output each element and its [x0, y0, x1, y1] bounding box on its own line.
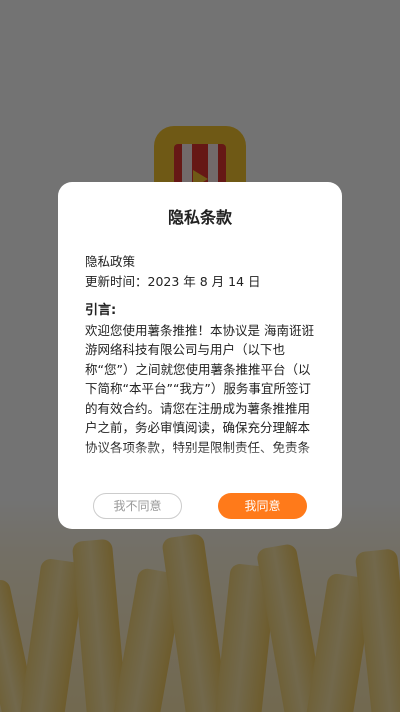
- intro-heading: 引言:: [85, 303, 117, 318]
- privacy-dialog: 隐私条款 隐私政策 更新时间：2023 年 8 月 14 日 引言: 欢迎您使用…: [58, 182, 342, 529]
- intro-text: 欢迎您使用薯条推推！本协议是 海南诳诳游网络科技有限公司与用户（以下也称“您”）…: [85, 322, 314, 461]
- policy-name: 隐私政策: [85, 254, 136, 269]
- disagree-button[interactable]: 我不同意: [93, 493, 182, 519]
- privacy-text-scroll[interactable]: 隐私政策 更新时间：2023 年 8 月 14 日 引言: 欢迎您使用薯条推推！…: [85, 252, 317, 460]
- agree-button[interactable]: 我同意: [218, 493, 307, 519]
- text-fade: [58, 444, 342, 484]
- dialog-title: 隐私条款: [167, 208, 232, 227]
- update-date: 更新时间：2023 年 8 月 14 日: [85, 273, 261, 289]
